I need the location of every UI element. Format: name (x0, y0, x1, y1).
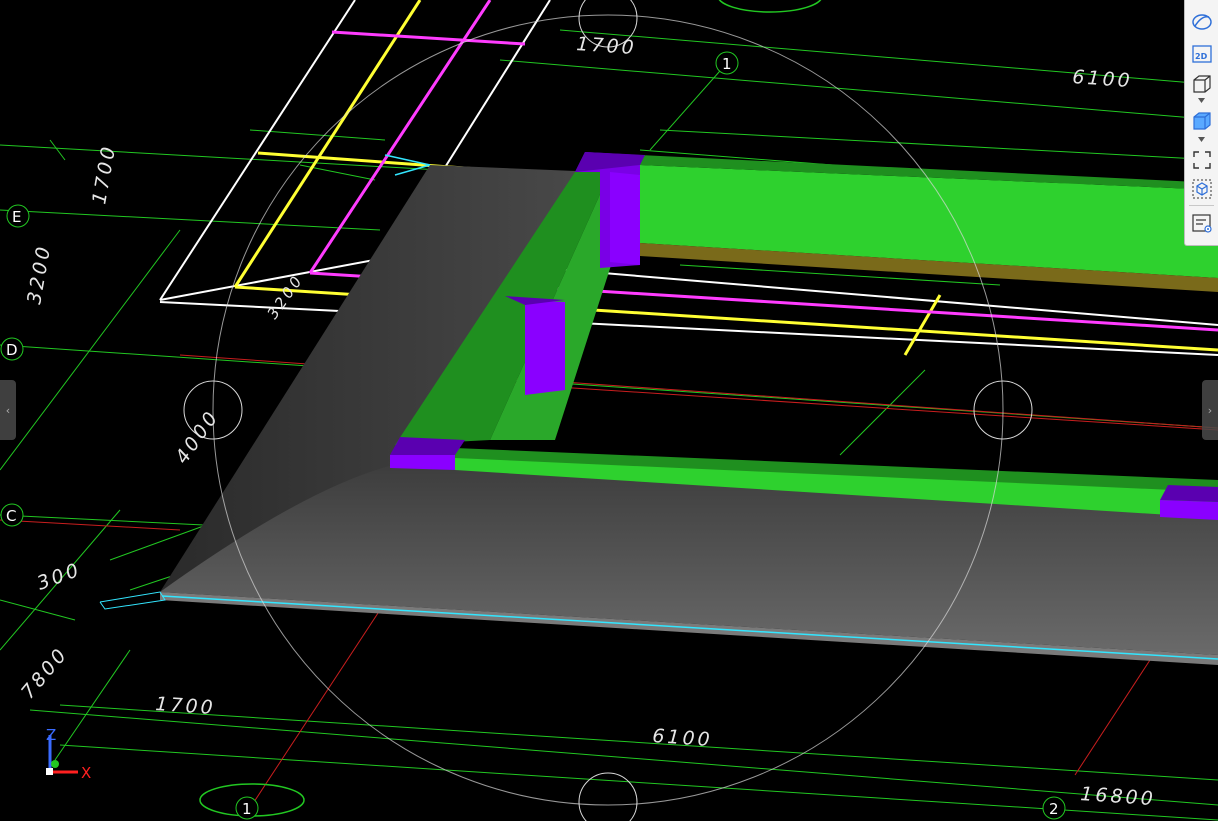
axis-label-x: X (81, 764, 91, 782)
properties-panel-icon (1191, 213, 1212, 233)
dim-text: 6100 (652, 725, 714, 751)
grid-label-d: D (6, 341, 18, 359)
toolbar-separator (1189, 205, 1214, 206)
caret-down-icon[interactable] (1197, 97, 1206, 104)
view-2d-button[interactable]: 2D (1188, 40, 1215, 67)
svg-text:2D: 2D (1195, 52, 1208, 61)
model-drawing[interactable]: 1700 6100 1700 3200 4000 7800 1700 6100 … (0, 0, 1218, 821)
dim-text: 7800 (17, 643, 73, 703)
grid-label-1-top: 1 (722, 55, 732, 73)
orbit-button[interactable] (1188, 8, 1215, 35)
zoom-extents-button[interactable] (1188, 146, 1215, 173)
chevron-right-icon: › (1207, 403, 1213, 417)
grid-label-2: 2 (1049, 800, 1059, 818)
view-2d-icon: 2D (1191, 44, 1212, 63)
grid-label-c: C (6, 507, 16, 525)
view-cube-icon (1192, 179, 1211, 198)
dim-text: 300 (34, 559, 84, 595)
grid-label-e: E (12, 208, 21, 226)
wireframe-cube-icon (1192, 74, 1211, 93)
3d-model-viewport[interactable]: 1700 6100 1700 3200 4000 7800 1700 6100 … (0, 0, 1218, 821)
orbit-icon (1191, 13, 1212, 30)
dim-text: 1700 (155, 693, 217, 719)
axis-label-z: Z (46, 726, 56, 744)
shaded-cube-icon (1192, 111, 1211, 130)
right-panel-handle[interactable]: › (1202, 380, 1218, 440)
wireframe-button[interactable] (1188, 70, 1215, 97)
dim-text: 1700 (88, 143, 120, 206)
grid-label-1-bottom: 1 (242, 800, 252, 818)
view-toolbar: 2D (1184, 0, 1218, 246)
dim-text: 16800 (1080, 783, 1157, 810)
view-cube-button[interactable] (1188, 175, 1215, 202)
left-panel-handle[interactable]: ‹ (0, 380, 16, 440)
caret-down-icon[interactable] (1197, 136, 1206, 143)
shaded-button[interactable] (1188, 107, 1215, 134)
properties-button[interactable] (1188, 209, 1215, 236)
zoom-extents-icon (1192, 150, 1211, 169)
dim-text: 3200 (23, 243, 55, 306)
dim-text: 6100 (1072, 66, 1134, 92)
chevron-left-icon: ‹ (5, 403, 11, 417)
dim-text: 1700 (576, 33, 638, 59)
